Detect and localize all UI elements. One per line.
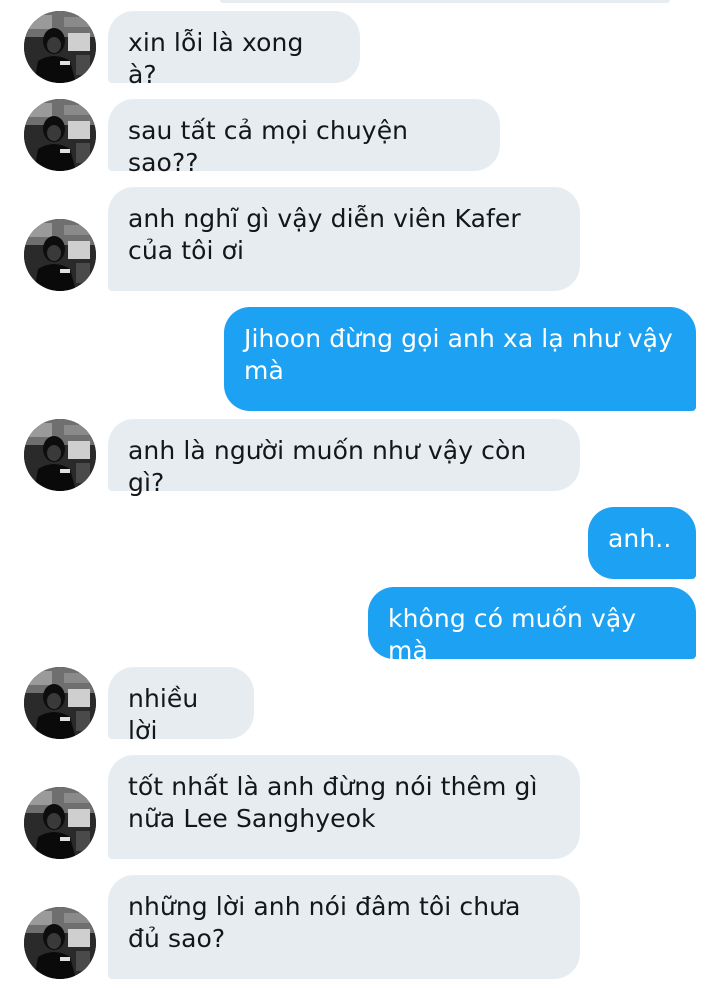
message-bubble[interactable]: anh là người muốn như vậy còn gì? [108,419,580,497]
message-bubble[interactable]: không có muốn vậy mà [368,587,696,665]
avatar-icon[interactable] [24,219,96,291]
avatar-icon[interactable] [24,99,96,171]
message-thread: xin lỗi là xong à? sau tất cả mọi chuyện… [0,0,720,988]
previous-message-edge [220,0,670,3]
avatar-icon[interactable] [24,667,96,739]
avatar-icon[interactable] [24,11,96,83]
message-bubble[interactable]: sau tất cả mọi chuyện sao?? [108,99,500,177]
message-bubble[interactable]: nhiều lời [108,667,254,745]
avatar-icon[interactable] [24,419,96,491]
message-bubble[interactable]: Jihoon đừng gọi anh xa lạ như vậy mà [224,307,696,411]
message-bubble[interactable]: những lời anh nói đâm tôi chưa đủ sao? [108,875,580,979]
message-bubble[interactable]: anh nghĩ gì vậy diễn viên Kafer của tôi … [108,187,580,291]
message-bubble[interactable]: xin lỗi là xong à? [108,11,360,89]
message-bubble[interactable]: anh.. [588,507,696,579]
message-bubble[interactable]: tốt nhất là anh đừng nói thêm gì nữa Lee… [108,755,580,859]
avatar-icon[interactable] [24,907,96,979]
avatar-icon[interactable] [24,787,96,859]
